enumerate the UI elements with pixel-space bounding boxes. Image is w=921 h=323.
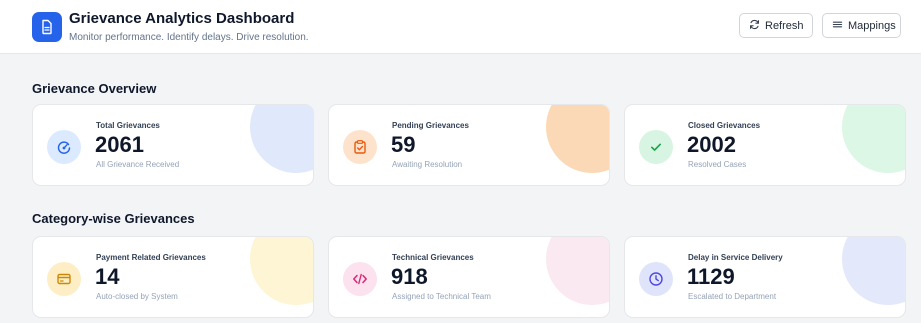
card-subtext: Assigned to Technical Team: [392, 292, 491, 301]
card-label: Closed Grievances: [688, 121, 761, 130]
card-value: 59: [391, 132, 416, 157]
section-title-category: Category-wise Grievances: [32, 211, 195, 226]
credit-card-icon: [47, 262, 81, 296]
card-value: 1129: [687, 264, 735, 289]
check-icon: [639, 130, 673, 164]
top-header: Grievance Analytics Dashboard Monitor pe…: [0, 0, 921, 54]
mappings-button[interactable]: Mappings: [822, 13, 901, 38]
refresh-icon: [749, 19, 760, 33]
card-closed-grievances[interactable]: Closed Grievances 2002 Resolved Cases: [624, 104, 906, 186]
clipboard-check-icon: [343, 130, 377, 164]
card-decor: [250, 105, 313, 173]
card-label: Technical Grievances: [392, 253, 474, 262]
section-title-overview: Grievance Overview: [32, 81, 157, 96]
app-subtitle: Monitor performance. Identify delays. Dr…: [69, 32, 309, 43]
card-decor: [842, 237, 905, 305]
card-payment-grievances[interactable]: Payment Related Grievances 14 Auto-close…: [32, 236, 314, 318]
card-subtext: Auto-closed by System: [96, 292, 178, 301]
mappings-label: Mappings: [848, 19, 896, 32]
card-label: Total Grievances: [96, 121, 160, 130]
gauge-icon: [47, 130, 81, 164]
card-subtext: All Grievance Received: [96, 160, 180, 169]
card-value: 2061: [95, 132, 144, 157]
card-total-grievances[interactable]: Total Grievances 2061 All Grievance Rece…: [32, 104, 314, 186]
card-decor: [546, 237, 609, 305]
card-decor: [842, 105, 905, 173]
card-subtext: Escalated to Department: [688, 292, 777, 301]
card-decor: [250, 237, 313, 305]
app-title: Grievance Analytics Dashboard: [69, 10, 295, 27]
card-subtext: Awaiting Resolution: [392, 160, 463, 169]
clock-icon: [639, 262, 673, 296]
document-icon: [32, 12, 62, 42]
card-technical-grievances[interactable]: Technical Grievances 918 Assigned to Tec…: [328, 236, 610, 318]
refresh-button[interactable]: Refresh: [739, 13, 813, 38]
card-value: 2002: [687, 132, 736, 157]
card-service-delay[interactable]: Delay in Service Delivery 1129 Escalated…: [624, 236, 906, 318]
card-label: Pending Grievances: [392, 121, 469, 130]
card-label: Delay in Service Delivery: [688, 253, 783, 262]
card-label: Payment Related Grievances: [96, 253, 206, 262]
code-icon: [343, 262, 377, 296]
menu-lines-icon: [832, 19, 843, 33]
card-value: 14: [95, 264, 120, 289]
card-pending-grievances[interactable]: Pending Grievances 59 Awaiting Resolutio…: [328, 104, 610, 186]
refresh-label: Refresh: [765, 19, 804, 32]
card-value: 918: [391, 264, 428, 289]
card-subtext: Resolved Cases: [688, 160, 747, 169]
card-decor: [546, 105, 609, 173]
